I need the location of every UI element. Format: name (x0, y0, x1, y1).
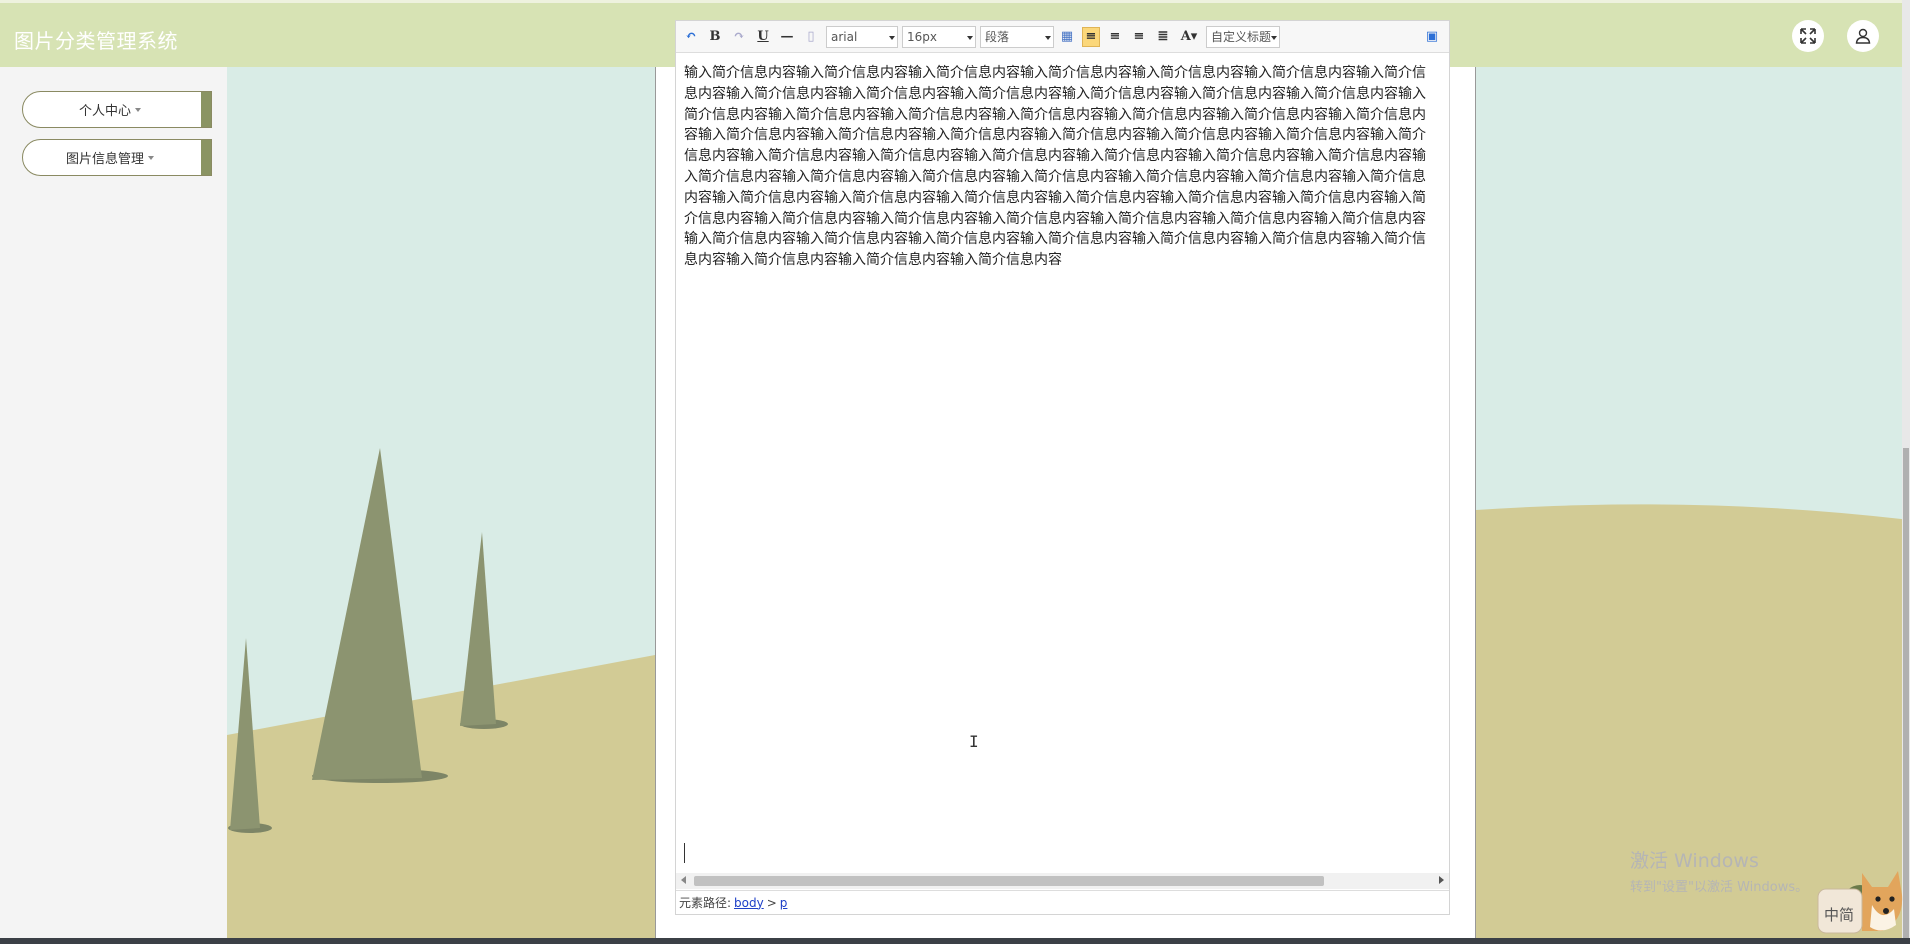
align-justify-icon[interactable]: ≣ (1154, 27, 1172, 47)
chevron-down-icon (135, 107, 141, 112)
underline-icon[interactable]: U (754, 27, 772, 47)
scrollbar-thumb[interactable] (694, 876, 1324, 886)
scroll-right-icon[interactable] (1439, 876, 1444, 884)
scroll-left-icon[interactable] (681, 876, 686, 884)
editor-content[interactable]: 输入简介信息内容输入简介信息内容输入简介信息内容输入简介信息内容输入简介信息内容… (684, 63, 1439, 283)
element-path-bar: 元素路径: body > p (676, 890, 1449, 914)
font-family-value: arial (831, 29, 858, 44)
font-color-icon[interactable]: A▾ (1178, 27, 1200, 47)
paragraph-value: 段落 (985, 30, 1010, 44)
align-left-icon[interactable]: ≡ (1082, 26, 1100, 47)
ibeam-cursor-icon: I (969, 732, 979, 751)
rich-text-editor[interactable]: ↶ B ↷ U — ▯ arial 16px 段落 ▦ ≡ ≡ ≡ ≣ A▾ 自… (675, 20, 1450, 915)
custom-title-value: 自定义标题 (1211, 30, 1272, 44)
chevron-down-icon (148, 155, 154, 160)
user-icon (1855, 28, 1871, 44)
horizontal-rule-icon[interactable]: — (778, 27, 796, 47)
windows-activation-watermark: 激活 Windows 转到"设置"以激活 Windows。 (1630, 846, 1808, 895)
table-icon[interactable]: ▦ (1058, 27, 1076, 47)
app-title: 图片分类管理系统 (14, 29, 178, 53)
fullscreen-button[interactable] (1792, 20, 1824, 52)
element-path-separator: > (766, 895, 777, 910)
redo-icon[interactable]: ↷ (730, 27, 748, 47)
ime-widget[interactable]: 中简 (1816, 865, 1906, 937)
expand-icon (1800, 28, 1816, 44)
sidebar-item-image-info-management[interactable]: 图片信息管理 (22, 139, 212, 176)
watermark-line2: 转到"设置"以激活 Windows。 (1630, 880, 1809, 895)
shiba-dog-icon (1817, 871, 1903, 934)
align-center-icon[interactable]: ≡ (1130, 27, 1148, 47)
taskbar-strip (0, 938, 1910, 944)
watermark-line1: 激活 Windows (1630, 850, 1759, 872)
element-path-p-link[interactable]: p (780, 896, 788, 910)
sidebar: 个人中心 图片信息管理 (0, 67, 227, 944)
editor-toolbar: ↶ B ↷ U — ▯ arial 16px 段落 ▦ ≡ ≡ ≡ ≣ A▾ 自… (676, 21, 1449, 53)
user-menu-button[interactable] (1847, 20, 1879, 52)
align-right-icon[interactable]: ≡ (1106, 27, 1124, 47)
paragraph-select[interactable]: 段落 (980, 25, 1054, 48)
bold-icon[interactable]: B (706, 27, 724, 47)
font-family-select[interactable]: arial (826, 25, 898, 48)
page-scrollbar[interactable] (1902, 0, 1910, 944)
element-path-body-link[interactable]: body (734, 896, 764, 910)
sidebar-item-personal-center[interactable]: 个人中心 (22, 91, 212, 128)
undo-icon[interactable]: ↶ (682, 27, 700, 47)
text-caret (684, 843, 685, 863)
custom-title-select[interactable]: 自定义标题 (1206, 25, 1280, 48)
element-path-label: 元素路径: (679, 896, 732, 910)
sidebar-item-label: 个人中心 (78, 104, 131, 119)
ime-mode-label: 中简 (1824, 906, 1855, 924)
sidebar-item-label: 图片信息管理 (65, 152, 144, 167)
preview-icon[interactable]: ▣ (1423, 27, 1441, 47)
page-icon[interactable]: ▯ (802, 27, 820, 47)
horizontal-scrollbar[interactable] (676, 873, 1449, 889)
font-size-select[interactable]: 16px (902, 25, 976, 48)
font-size-value: 16px (907, 29, 937, 44)
